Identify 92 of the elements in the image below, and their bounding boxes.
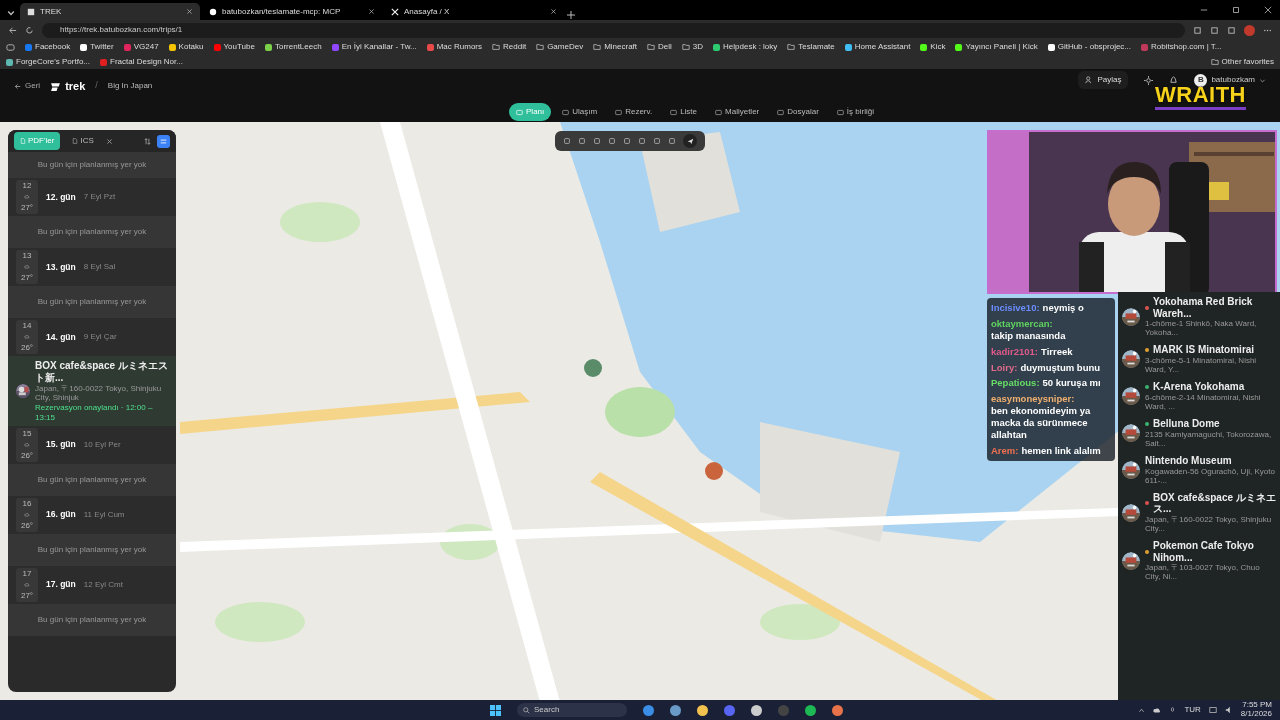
clock[interactable]: 7:55 PM 8/1/2026 — [1240, 701, 1272, 719]
site-icon — [391, 7, 399, 16]
tab-icon — [777, 108, 785, 116]
nav-tab[interactable]: Liste — [663, 103, 705, 121]
tab-title: batubozkan/teslamate-mcp: MCP — [222, 5, 342, 18]
people-icon — [1085, 76, 1094, 84]
tab-icon — [516, 108, 524, 116]
tab-icon — [836, 108, 844, 116]
profile-avatar[interactable] — [1244, 24, 1255, 36]
reload-icon[interactable] — [25, 25, 34, 35]
nav-tab[interactable]: Rezerv. — [608, 103, 660, 121]
tab-icon — [615, 108, 623, 116]
tab-title: Anasayfa / X — [404, 5, 451, 18]
bookmark[interactable]: GameDev — [536, 41, 584, 53]
address-field[interactable]: https://trek.batubozkan.com/trips/1 — [42, 22, 1185, 38]
site-icon — [209, 7, 217, 16]
tab-icon — [715, 108, 723, 116]
bookmark[interactable]: Facebook — [25, 41, 71, 53]
app-icon[interactable] — [697, 704, 708, 716]
tab-title: TREK — [40, 5, 63, 18]
chevron-up-icon[interactable] — [1138, 706, 1146, 714]
bookmark[interactable]: Teslamate — [787, 41, 835, 53]
app-icon[interactable] — [832, 704, 843, 716]
bookmark[interactable]: Reddit — [492, 41, 527, 53]
user-menu[interactable]: B batubozkam — [1194, 73, 1266, 87]
browser-tab[interactable]: Anasayfa / X — [384, 3, 564, 20]
bookmark[interactable]: Other favorites — [1210, 56, 1274, 68]
back-icon[interactable] — [8, 25, 17, 35]
bell-icon[interactable] — [1169, 75, 1179, 85]
logo-icon — [50, 80, 62, 92]
bookmark[interactable]: Robitshop.com | T... — [1141, 41, 1222, 53]
close-icon[interactable] — [186, 8, 193, 15]
bookmark[interactable]: GitHub - obsprojec... — [1047, 41, 1132, 53]
site-icon — [27, 7, 35, 16]
cloud-icon[interactable] — [1153, 706, 1162, 714]
microphone-icon[interactable] — [1169, 706, 1177, 714]
bookmark[interactable]: Dell — [647, 41, 672, 53]
bookmark[interactable]: TorrentLeech — [264, 41, 322, 53]
new-tab-icon[interactable] — [566, 10, 576, 20]
app-icon[interactable] — [751, 704, 762, 716]
folder-icon — [593, 43, 602, 51]
sun-icon[interactable] — [1144, 75, 1154, 85]
nav-tab[interactable]: İş birliği — [829, 103, 881, 121]
brand-name: trek — [65, 78, 86, 94]
bookmark[interactable]: 3D — [681, 41, 704, 53]
folder-icon — [536, 43, 545, 51]
browser-tab[interactable]: batubozkan/teslamate-mcp: MCP — [202, 3, 382, 20]
bookmark[interactable]: Fractal Design Nor... — [100, 56, 183, 68]
bookmark[interactable]: En İyi Kanallar - Tw... — [331, 41, 417, 53]
restore-icon[interactable] — [1232, 6, 1240, 14]
back-link[interactable]: Geri — [14, 80, 41, 92]
bookmark[interactable]: Kick — [920, 41, 946, 53]
language-indicator[interactable]: TUR — [1184, 704, 1201, 716]
folder-icon — [647, 43, 656, 51]
bookmark[interactable]: VG247 — [123, 41, 159, 53]
app-icon[interactable] — [670, 704, 681, 716]
bookmark[interactable]: Minecraft — [593, 41, 638, 53]
bookmark[interactable]: YouTube — [213, 41, 255, 53]
bookmark[interactable]: ForgeCore's Portfo... — [6, 56, 90, 68]
folder-icon — [787, 43, 796, 51]
user-name: batubozkam — [1211, 74, 1255, 86]
trip-title: Big In Japan — [107, 80, 153, 92]
start-icon[interactable] — [490, 704, 501, 716]
share-button[interactable]: Paylaş — [1078, 71, 1129, 89]
back-icon — [14, 82, 21, 90]
bookmark[interactable]: Yayıncı Paneli | Kick — [955, 41, 1038, 53]
volume-icon[interactable] — [1224, 706, 1233, 714]
search-icon — [523, 706, 530, 714]
nav-tab[interactable]: Dosyalar — [770, 103, 826, 121]
tab-icon — [562, 108, 570, 116]
user-avatar: B — [1194, 73, 1208, 87]
bookmark[interactable]: Home Assistant — [844, 41, 911, 53]
close-icon[interactable] — [1264, 6, 1272, 14]
bookmark[interactable]: Kotaku — [168, 41, 204, 53]
folder-icon — [492, 43, 500, 51]
browser-tab[interactable]: TREK — [20, 3, 200, 20]
close-icon[interactable] — [550, 8, 557, 15]
tab-icon — [670, 108, 678, 116]
breadcrumb-separator: / — [95, 79, 98, 93]
bookmark[interactable]: Twitter — [80, 41, 114, 53]
nav-tab[interactable]: Maliyetler — [708, 103, 767, 121]
nav-tab[interactable]: Ulaşım — [555, 103, 605, 121]
app-icon[interactable] — [643, 704, 654, 716]
close-icon[interactable] — [368, 8, 375, 15]
clock-date: 8/1/2026 — [1240, 710, 1272, 719]
bookmark[interactable]: Mac Rumors — [426, 41, 482, 53]
folder-icon — [1210, 58, 1219, 66]
app-icon[interactable] — [805, 704, 816, 716]
bookmark[interactable]: Helpdesk : loky — [713, 41, 778, 53]
search-field[interactable]: Search — [517, 703, 627, 717]
folder-icon — [681, 43, 690, 51]
clock-time: 7:55 PM — [1242, 701, 1272, 710]
